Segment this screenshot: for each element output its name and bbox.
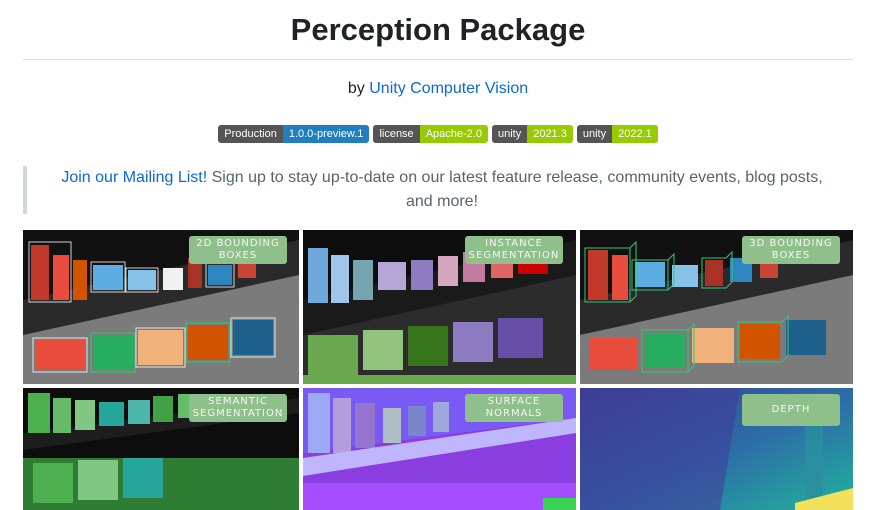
shelf-depth-image: DEPTH bbox=[580, 388, 853, 510]
shelf-instance-seg-image: INSTANCE SEGMENTATION bbox=[303, 230, 576, 384]
unity-version-badge[interactable]: unity 2021.3 bbox=[491, 125, 573, 143]
tile-label-line2: BOXES bbox=[771, 250, 811, 261]
tile-label-line1: DEPTH bbox=[771, 404, 811, 415]
mailing-list-link[interactable]: Join our Mailing List! bbox=[61, 169, 207, 186]
page-title: Perception Package bbox=[290, 12, 586, 47]
badge-label: unity bbox=[576, 125, 613, 143]
badge-row: Production 1.0.0-preview.1 license Apach… bbox=[23, 125, 853, 143]
tile-label-line2: SEGMENTATION bbox=[192, 408, 284, 419]
tile-label-line2: NORMALS bbox=[485, 408, 543, 419]
tile-label-line1: SEMANTIC bbox=[208, 396, 268, 407]
production-badge[interactable]: Production 1.0.0-preview.1 bbox=[218, 125, 370, 143]
badge-value: 2022.1 bbox=[612, 125, 658, 143]
badge-label: Production bbox=[218, 125, 283, 143]
unity-version-badge[interactable]: unity 2022.1 bbox=[576, 125, 658, 143]
badge-label: license bbox=[373, 125, 420, 143]
tile-label-line2: SEGMENTATION bbox=[468, 250, 560, 261]
byline-prefix: by bbox=[347, 80, 365, 97]
shelf-bbox-3d-image: 3D BOUNDING BOXES bbox=[580, 230, 853, 384]
author-link[interactable]: Unity Computer Vision bbox=[369, 80, 528, 97]
tile-label-line1: 3D BOUNDING bbox=[749, 238, 833, 249]
byline: by Unity Computer Vision bbox=[23, 78, 853, 100]
tile-label: 2D BOUNDING BOXES bbox=[189, 236, 287, 264]
mailing-list-text: Sign up to stay up-to-date on our latest… bbox=[207, 169, 823, 210]
badge-label: unity bbox=[491, 125, 528, 143]
mailing-list-callout: Join our Mailing List! Sign up to stay u… bbox=[23, 166, 853, 214]
tile-label: 3D BOUNDING BOXES bbox=[742, 236, 840, 264]
tile-label-line1: SURFACE bbox=[487, 396, 541, 407]
badge-value: 1.0.0-preview.1 bbox=[282, 125, 370, 143]
shelf-normals-image: SURFACE NORMALS bbox=[303, 388, 576, 510]
tile-label: SURFACE NORMALS bbox=[465, 394, 563, 422]
tile-label-line2: BOXES bbox=[218, 250, 258, 261]
tile-label: DEPTH bbox=[742, 394, 840, 426]
tile-label-line1: INSTANCE bbox=[485, 238, 543, 249]
feature-gallery: 2D BOUNDING BOXES INSTANCE SEGMENTATION … bbox=[23, 230, 853, 510]
tile-label: SEMANTIC SEGMENTATION bbox=[189, 394, 287, 422]
shelf-bbox-2d-image: 2D BOUNDING BOXES bbox=[23, 230, 299, 384]
tile-label: INSTANCE SEGMENTATION bbox=[465, 236, 563, 264]
badge-value: 2021.3 bbox=[527, 125, 573, 143]
badge-value: Apache-2.0 bbox=[419, 125, 488, 143]
tile-label-line1: 2D BOUNDING bbox=[196, 238, 280, 249]
title-divider bbox=[23, 59, 853, 60]
shelf-semantic-seg-image: SEMANTIC SEGMENTATION bbox=[23, 388, 299, 510]
license-badge[interactable]: license Apache-2.0 bbox=[373, 125, 488, 143]
